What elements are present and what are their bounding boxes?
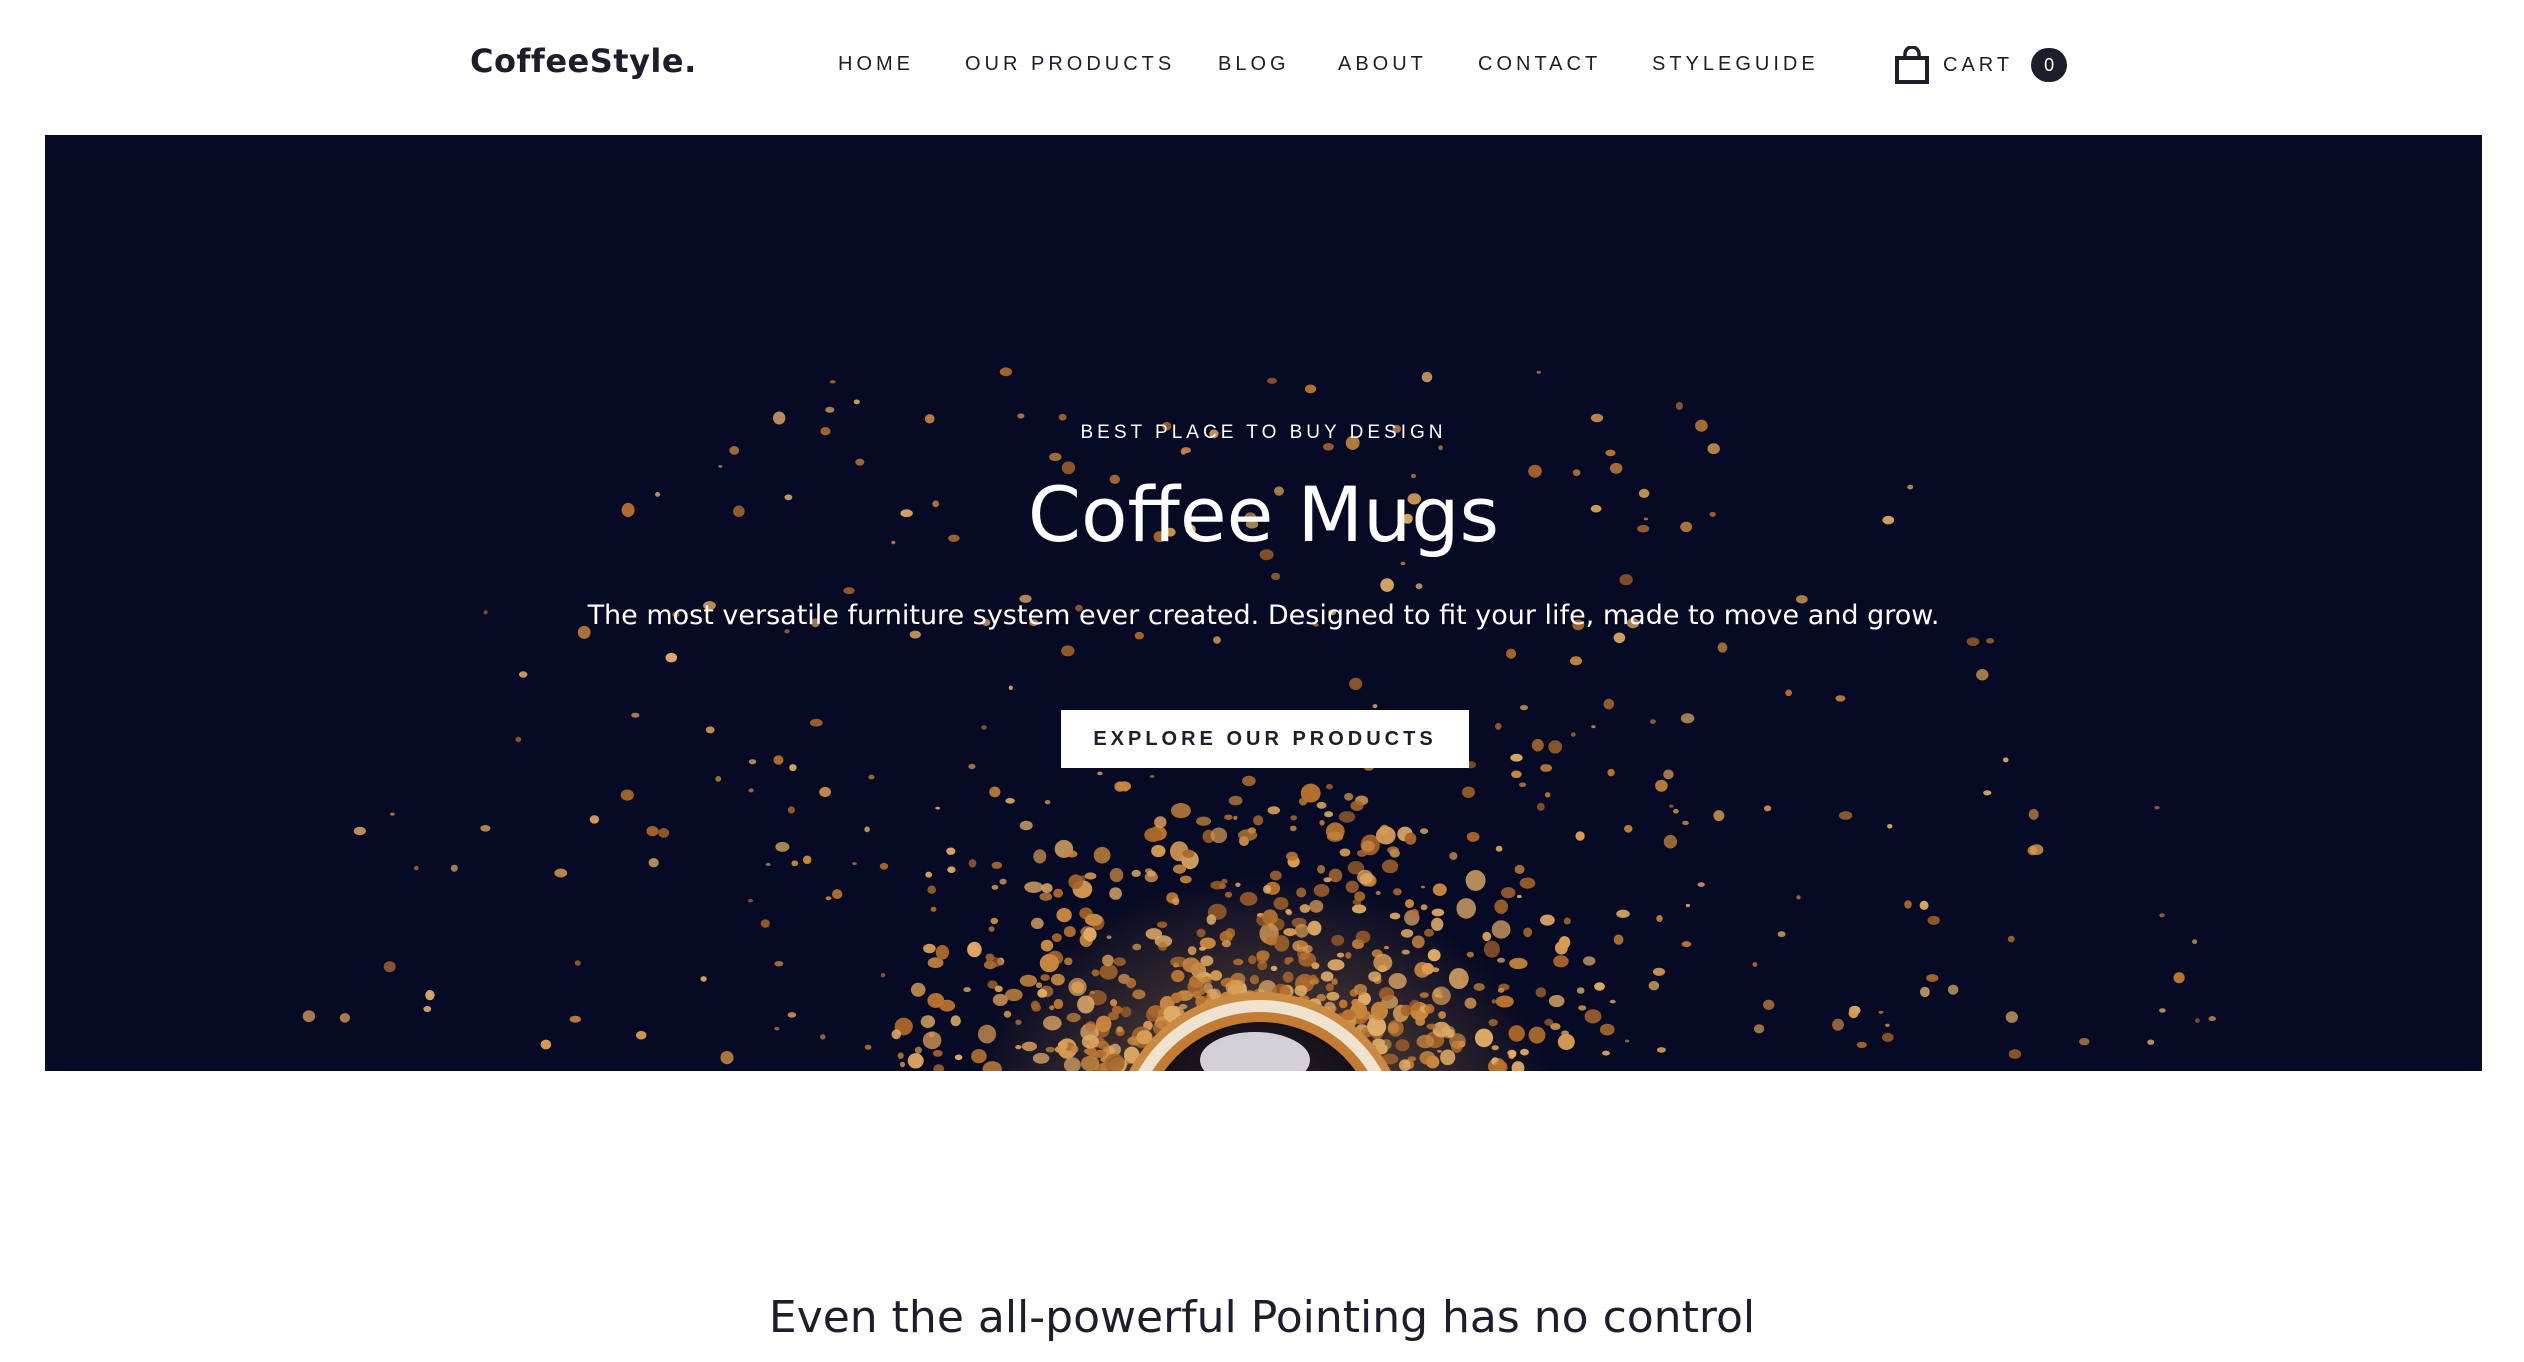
nav-about[interactable]: ABOUT [1338,53,1427,76]
explore-products-button[interactable]: EXPLORE OUR PRODUCTS [1061,710,1469,768]
section-heading: Even the all-powerful Pointing has no co… [768,1292,1756,1343]
nav-blog[interactable]: BLOG [1218,53,1290,76]
brand-logo[interactable]: CoffeeStyle. [470,42,697,80]
hero-description: The most versatile furniture system ever… [587,600,1940,631]
nav-home[interactable]: HOME [838,53,914,76]
nav-contact[interactable]: CONTACT [1478,53,1601,76]
cart-label: CART [1943,53,2014,76]
cart-button[interactable]: CART 0 [1895,42,2068,88]
cart-count-badge: 0 [2031,48,2068,82]
top-navbar: CoffeeStyle. HOME OUR PRODUCTS BLOG ABOU… [0,0,2524,135]
hero-title: Coffee Mugs [1027,470,1500,559]
hero-banner: BEST PLACE TO BUY DESIGN Coffee Mugs The… [45,135,2482,1071]
hero-eyebrow: BEST PLACE TO BUY DESIGN [1080,422,1447,443]
nav-our-products[interactable]: OUR PRODUCTS [965,53,1175,76]
shopping-bag-icon [1895,46,1929,84]
nav-styleguide[interactable]: STYLEGUIDE [1652,53,1819,76]
